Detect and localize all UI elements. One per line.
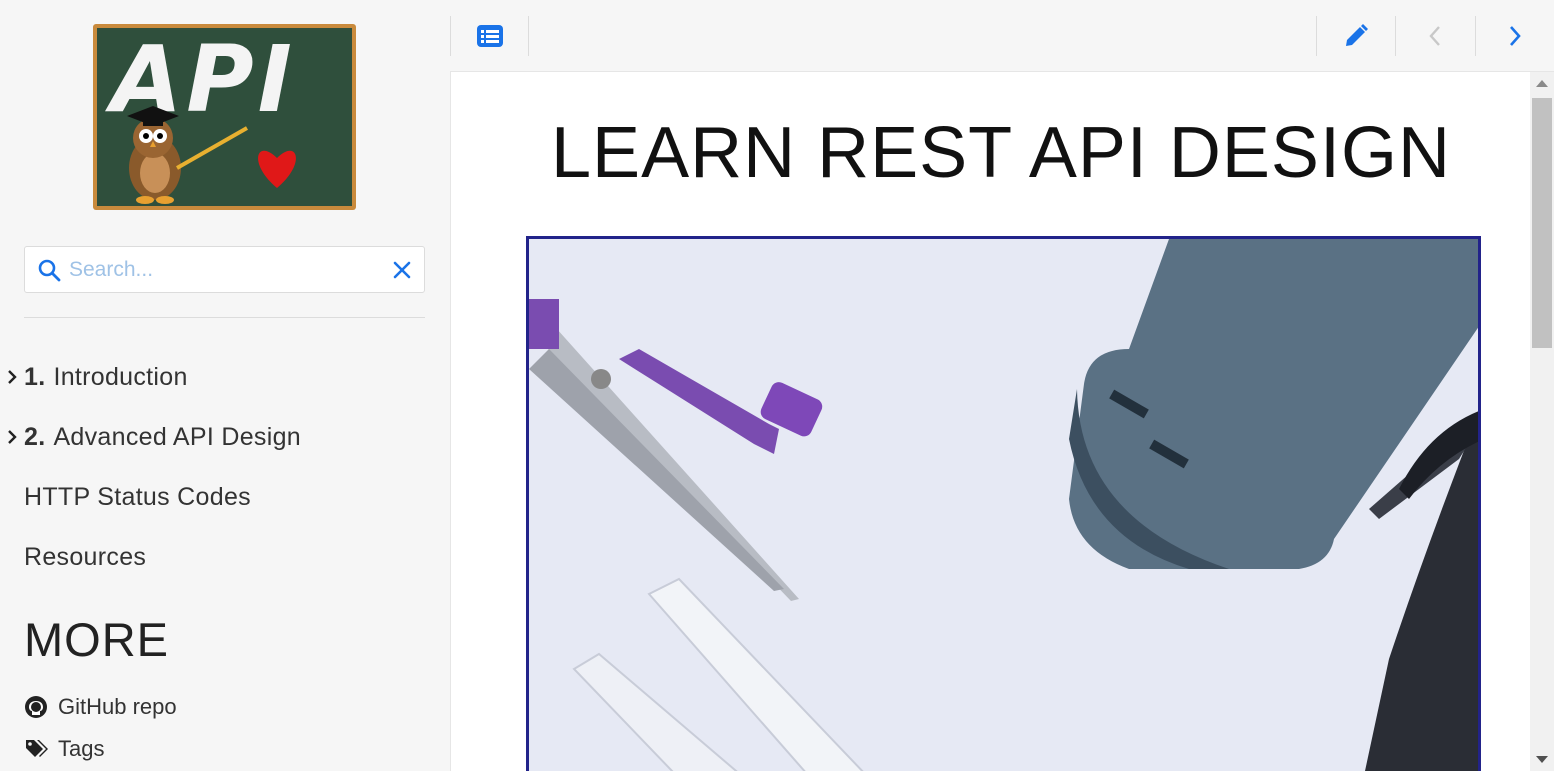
- github-repo-link[interactable]: GitHub repo: [24, 692, 177, 722]
- chevron-right-icon: [1510, 26, 1521, 46]
- list-icon: [477, 25, 503, 47]
- site-logo[interactable]: API: [93, 24, 356, 210]
- main-content: LEARN REST API DESIGN: [450, 72, 1530, 771]
- main-scrollbar[interactable]: [1530, 72, 1554, 771]
- topbar: [450, 0, 1554, 72]
- edit-page-button[interactable]: [1317, 16, 1395, 56]
- toggle-toc-button[interactable]: [451, 16, 529, 56]
- pencil-icon: [1346, 24, 1368, 46]
- scroll-down-arrow-icon[interactable]: [1536, 756, 1548, 763]
- nav-item-resources[interactable]: Resources: [24, 537, 146, 577]
- scroll-up-arrow-icon[interactable]: [1536, 80, 1548, 87]
- nav-item-label: Resources: [24, 542, 147, 571]
- nav-item-label: HTTP Status Codes: [24, 482, 251, 511]
- nav-item-number: 2.: [24, 422, 46, 451]
- nav-item-introduction[interactable]: 1. Introduction: [0, 357, 188, 397]
- hero-image: [526, 236, 1481, 771]
- chevron-right-icon[interactable]: [0, 357, 24, 397]
- more-link-label: GitHub repo: [58, 694, 177, 719]
- tags-link[interactable]: Tags: [24, 734, 104, 764]
- nav-item-label: Advanced API Design: [53, 422, 301, 451]
- nav-item-advanced-api-design[interactable]: 2. Advanced API Design: [0, 417, 301, 457]
- desk-photo: [529, 239, 1478, 771]
- clear-search-icon[interactable]: [392, 260, 412, 280]
- chalkboard-image: API: [97, 28, 352, 206]
- nav-item-http-status-codes[interactable]: HTTP Status Codes: [24, 477, 251, 517]
- sidebar-divider: [24, 317, 425, 318]
- search-icon[interactable]: [37, 258, 61, 282]
- github-icon: [25, 696, 47, 718]
- chevron-right-icon[interactable]: [0, 417, 24, 457]
- more-link-label: Tags: [58, 736, 105, 761]
- more-heading: MORE: [24, 613, 169, 666]
- scrollbar-thumb[interactable]: [1532, 98, 1552, 348]
- next-page-button[interactable]: [1476, 16, 1554, 56]
- chevron-left-icon: [1429, 26, 1440, 46]
- toolbar-divider: [528, 16, 529, 56]
- search-box: [24, 246, 425, 293]
- nav-item-label: Introduction: [53, 362, 188, 391]
- previous-page-button[interactable]: [1396, 16, 1474, 56]
- tags-icon: [26, 740, 48, 757]
- nav-item-number: 1.: [24, 362, 46, 391]
- owl-illustration: [127, 106, 296, 204]
- sidebar: API Search... 1. Introduction 2. Advance…: [0, 0, 450, 771]
- page-title: LEARN REST API DESIGN: [551, 113, 1451, 193]
- search-input[interactable]: [69, 255, 389, 285]
